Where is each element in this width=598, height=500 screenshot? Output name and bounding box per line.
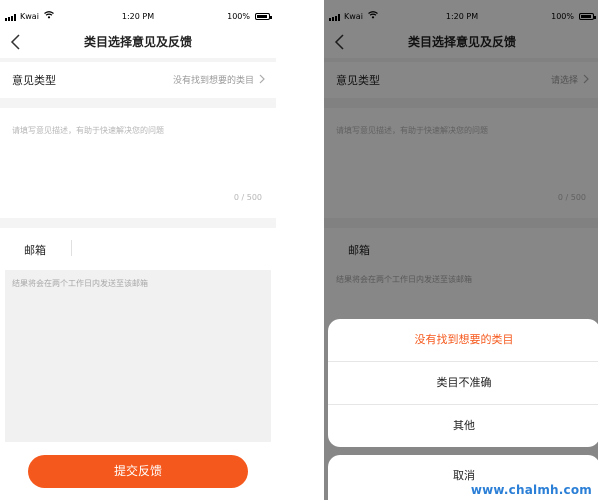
email-divider: [71, 240, 72, 256]
option-category-not-found[interactable]: 没有找到想要的类目: [328, 319, 598, 361]
feedback-screen-left: Kwai 1:20 PM 100% 类目选择意见及反馈 意见类型 没有找到想要的…: [0, 0, 276, 500]
email-input[interactable]: [74, 238, 270, 262]
email-row: 邮箱: [0, 234, 276, 266]
description-placeholder: 请填写意见描述，有助于快速解决您的问题: [12, 126, 164, 135]
page-title: 类目选择意见及反馈: [83, 35, 192, 49]
option-other[interactable]: 其他: [328, 404, 598, 447]
status-bar: Kwai 1:20 PM 100%: [0, 10, 276, 26]
battery-percent: 100%: [227, 12, 250, 21]
email-label: 邮箱: [24, 244, 46, 257]
description-textarea[interactable]: 请填写意见描述，有助于快速解决您的问题 0 / 500: [5, 108, 271, 212]
submit-feedback-button[interactable]: 提交反馈: [28, 455, 248, 488]
action-sheet: 没有找到想要的类目 类目不准确 其他: [328, 319, 598, 447]
email-hint: 结果将会在两个工作日内发送至该邮箱: [12, 279, 148, 288]
feedback-type-row[interactable]: 意见类型 没有找到想要的类目: [0, 62, 276, 98]
navigation-bar: 类目选择意见及反馈: [0, 26, 276, 58]
feedback-type-label: 意见类型: [12, 74, 56, 87]
feedback-screen-right: Kwai 1:20 PM 100% 类目选择意见及反馈 意见类型 请选择 请填写…: [324, 0, 598, 500]
battery-icon: [255, 13, 272, 20]
watermark: www.chalmh.com: [470, 483, 592, 497]
divider: [0, 98, 276, 108]
divider: [0, 218, 276, 228]
chevron-right-icon: [259, 74, 265, 84]
option-category-inaccurate[interactable]: 类目不准确: [328, 361, 598, 404]
character-counter: 0 / 500: [233, 193, 262, 202]
email-hint-area: 结果将会在两个工作日内发送至该邮箱: [5, 270, 271, 442]
feedback-type-value: 没有找到想要的类目: [172, 76, 254, 86]
